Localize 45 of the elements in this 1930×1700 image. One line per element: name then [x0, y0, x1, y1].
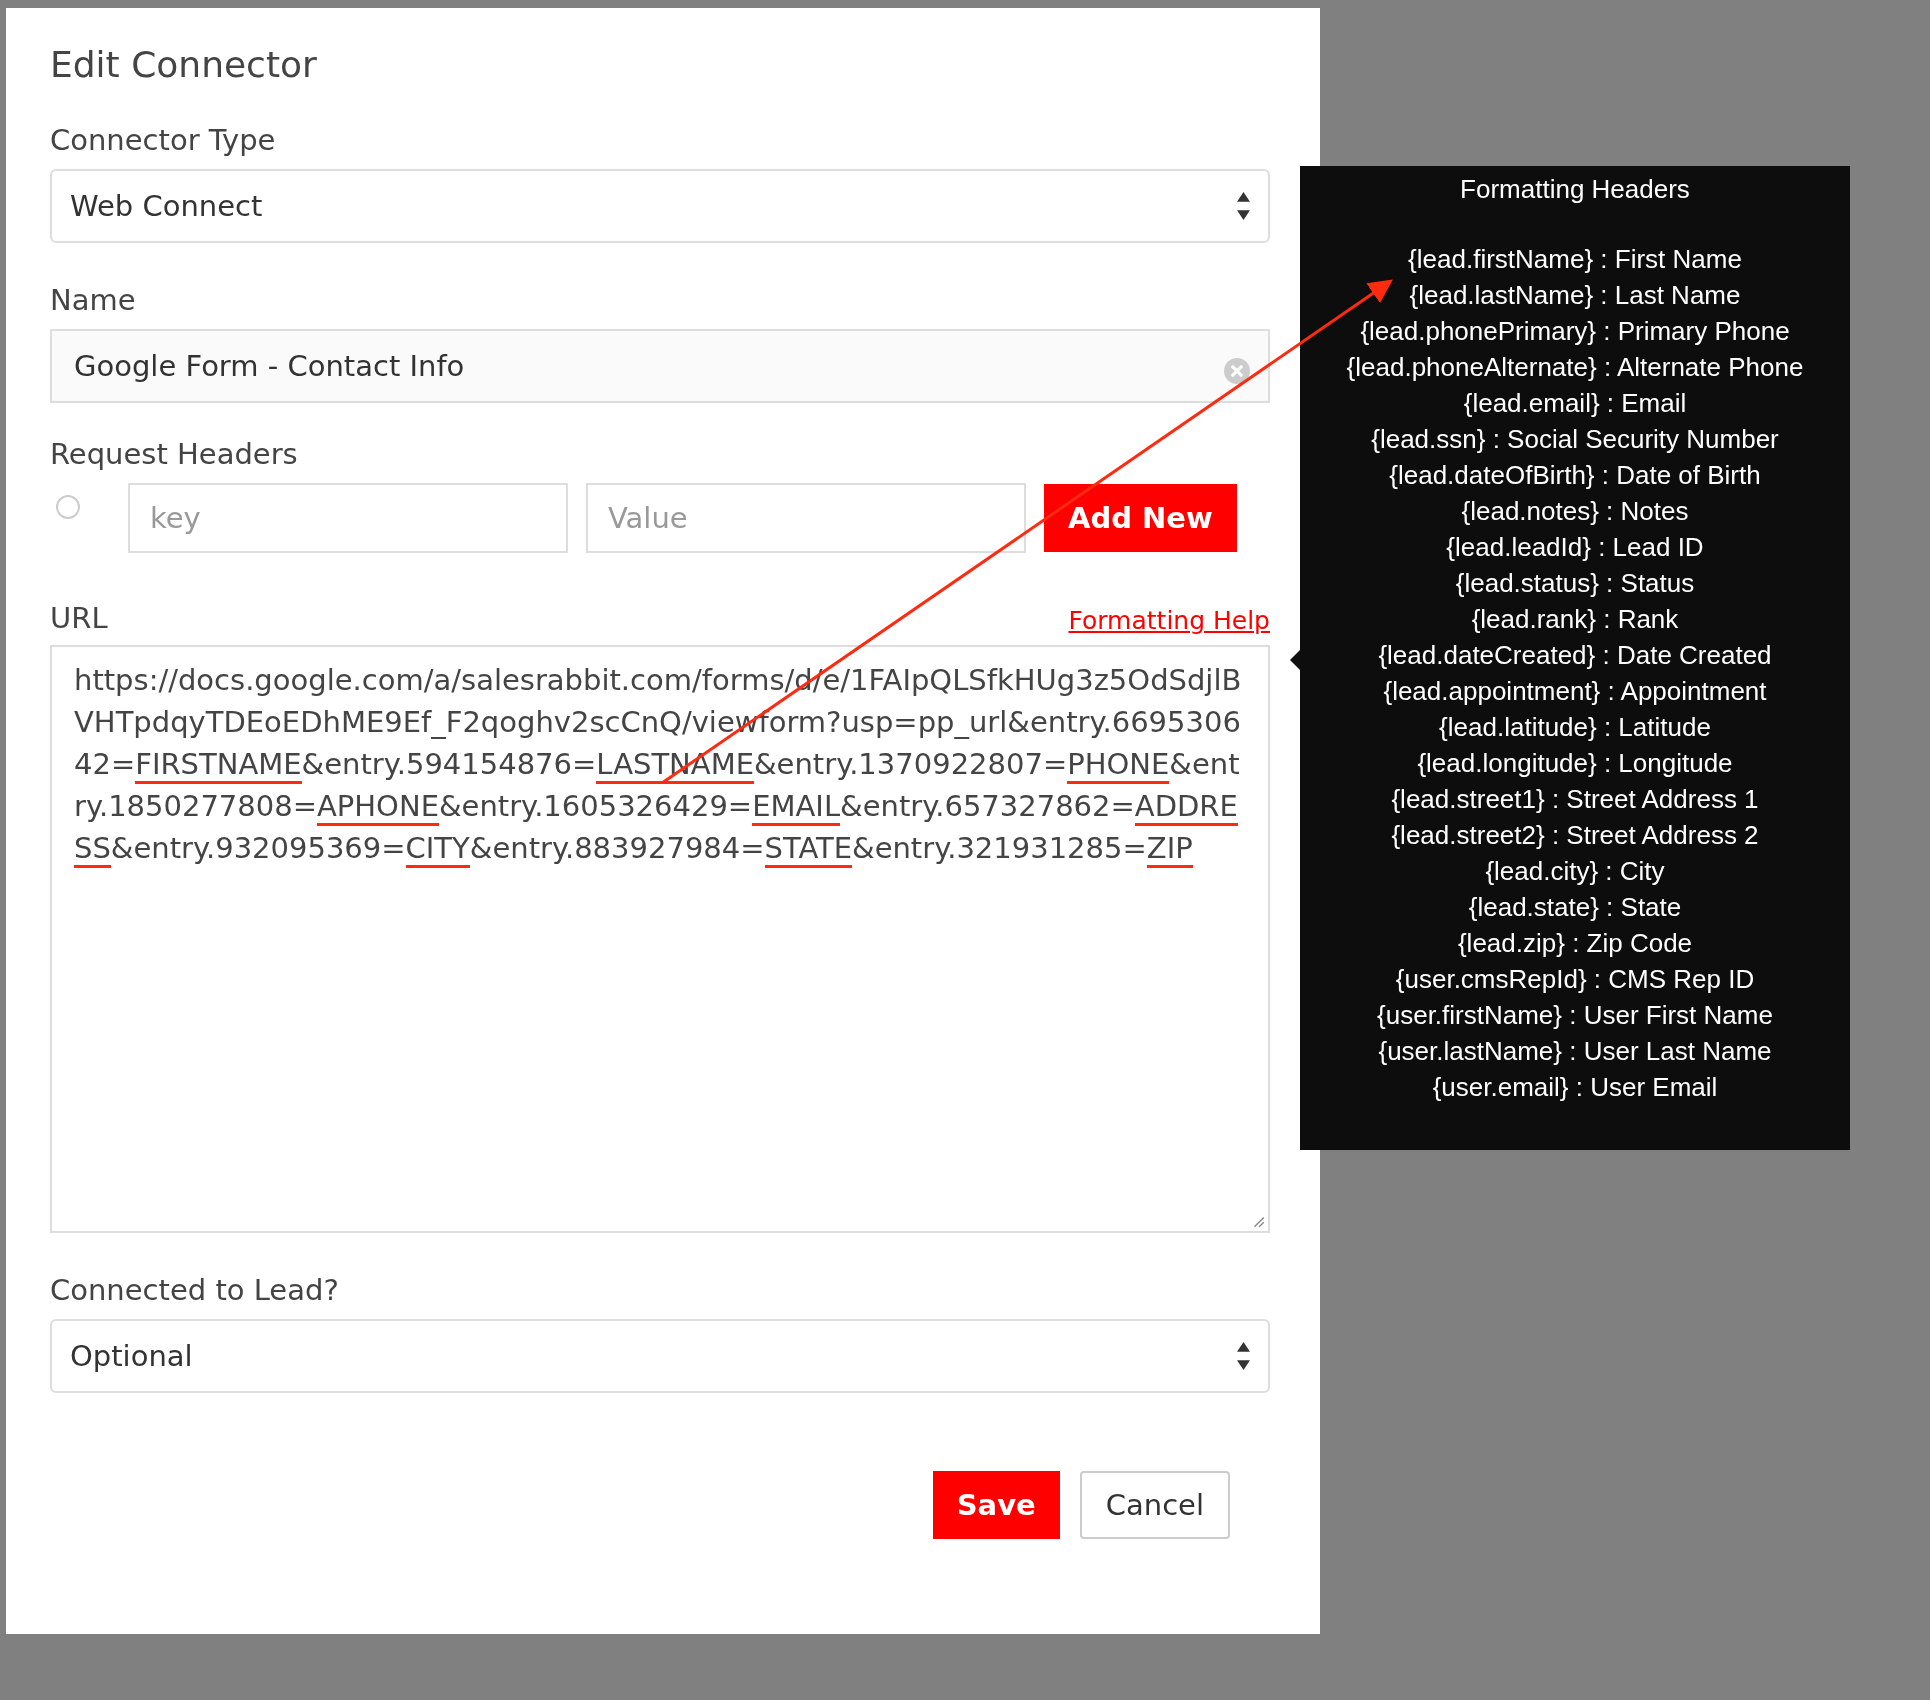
placeholder-text: {user.email} : User Email	[1431, 1071, 1719, 1104]
save-button[interactable]: Save	[932, 1471, 1060, 1539]
resize-grip-icon[interactable]	[1251, 1214, 1265, 1228]
placeholder-text: {lead.firstName} : First Name	[1407, 243, 1743, 276]
name-field[interactable]: Google Form - Contact Info	[50, 329, 1270, 403]
placeholder-text: {lead.ssn} : Social Security Number	[1370, 423, 1780, 456]
placeholder-text: {lead.lastName} : Last Name	[1408, 279, 1742, 312]
placeholder-text: {lead.dateCreated} : Date Created	[1377, 639, 1773, 672]
placeholder-text: {lead.zip} : Zip Code	[1456, 927, 1694, 960]
select-field[interactable]: Optional	[50, 1319, 1270, 1393]
add-new-button[interactable]: Add New	[1044, 484, 1237, 552]
placeholder-text: {lead.city} : City	[1484, 855, 1666, 888]
cancel-button[interactable]: Cancel	[1079, 1471, 1230, 1539]
up-down-arrows-icon	[1237, 192, 1250, 220]
value-field[interactable]: Value	[586, 483, 1026, 553]
key-field[interactable]: key	[128, 483, 568, 553]
placeholder-text: {lead.rank} : Rank	[1470, 603, 1680, 636]
dialog-title: Edit Connector	[50, 44, 318, 85]
placeholder-text: {user.lastName} : User Last Name	[1377, 1035, 1773, 1068]
placeholder-text: {lead.latitude} : Latitude	[1438, 711, 1712, 744]
field-label: Request Headers	[50, 437, 299, 471]
tooltip-title: Formatting Headers	[1459, 174, 1691, 205]
placeholder-text: {lead.phonePrimary} : Primary Phone	[1359, 315, 1791, 348]
field-label: Name	[50, 283, 137, 317]
placeholder-text: {lead.leadId} : Lead ID	[1445, 531, 1705, 564]
radio-button[interactable]	[56, 495, 80, 519]
formatting-help-link[interactable]: Formatting Help	[1068, 606, 1270, 635]
placeholder-text: {lead.street2} : Street Address 2	[1390, 819, 1760, 852]
placeholder-text: {lead.status} : Status	[1454, 567, 1696, 600]
placeholder-text: {user.firstName} : User First Name	[1376, 999, 1774, 1032]
placeholder-text: {lead.dateOfBirth} : Date of Birth	[1388, 459, 1762, 492]
placeholder-text: {lead.longitude} : Longitude	[1416, 747, 1734, 780]
placeholder-text: {lead.appointment} : Appointment	[1382, 675, 1768, 708]
clear-icon[interactable]	[1224, 358, 1250, 384]
placeholder-text: {lead.notes} : Notes	[1460, 495, 1690, 528]
placeholder-text: {lead.state} : State	[1467, 891, 1683, 924]
field-label: Connected to Lead?	[50, 1273, 340, 1307]
up-down-arrows-icon	[1237, 1342, 1250, 1370]
placeholder-text: {lead.email} : Email	[1462, 387, 1688, 420]
field-label: Connector Type	[50, 123, 277, 157]
placeholder-text: {lead.phoneAlternate} : Alternate Phone	[1345, 351, 1805, 384]
placeholder-text: {lead.street1} : Street Address 1	[1390, 783, 1760, 816]
field-label: URL	[50, 601, 108, 635]
placeholder-text: {user.cmsRepId} : CMS Rep ID	[1394, 963, 1756, 996]
select-field[interactable]: Web Connect	[50, 169, 1270, 243]
